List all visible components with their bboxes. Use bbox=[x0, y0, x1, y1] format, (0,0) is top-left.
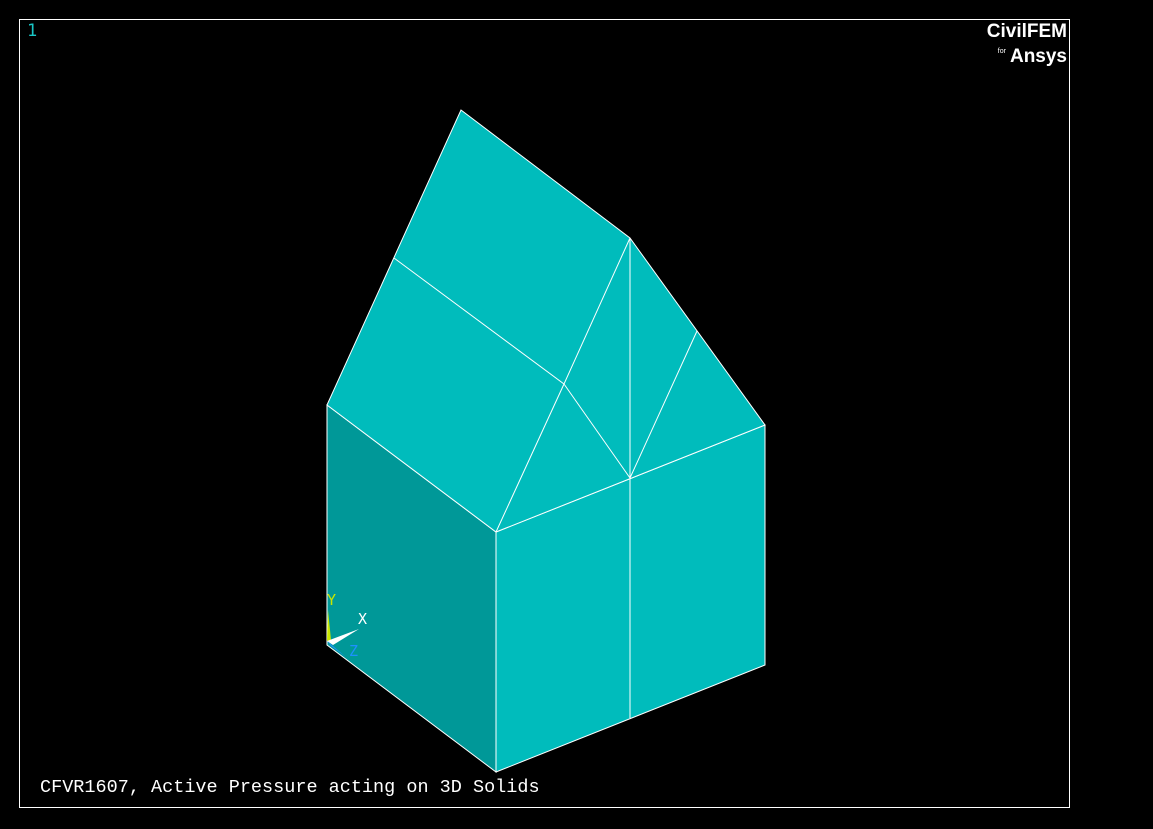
model-scene: Y X Z bbox=[326, 109, 766, 774]
triad-z-label: Z bbox=[349, 642, 358, 660]
plot-title-caption: CFVR1607, Active Pressure acting on 3D S… bbox=[40, 777, 540, 798]
graphics-viewport[interactable]: 1 CivilFEM for Ansys Y X Z CFVR1607, Acti… bbox=[0, 0, 1153, 829]
triad-x-label: X bbox=[358, 610, 367, 628]
triad-y-label: Y bbox=[327, 591, 336, 609]
